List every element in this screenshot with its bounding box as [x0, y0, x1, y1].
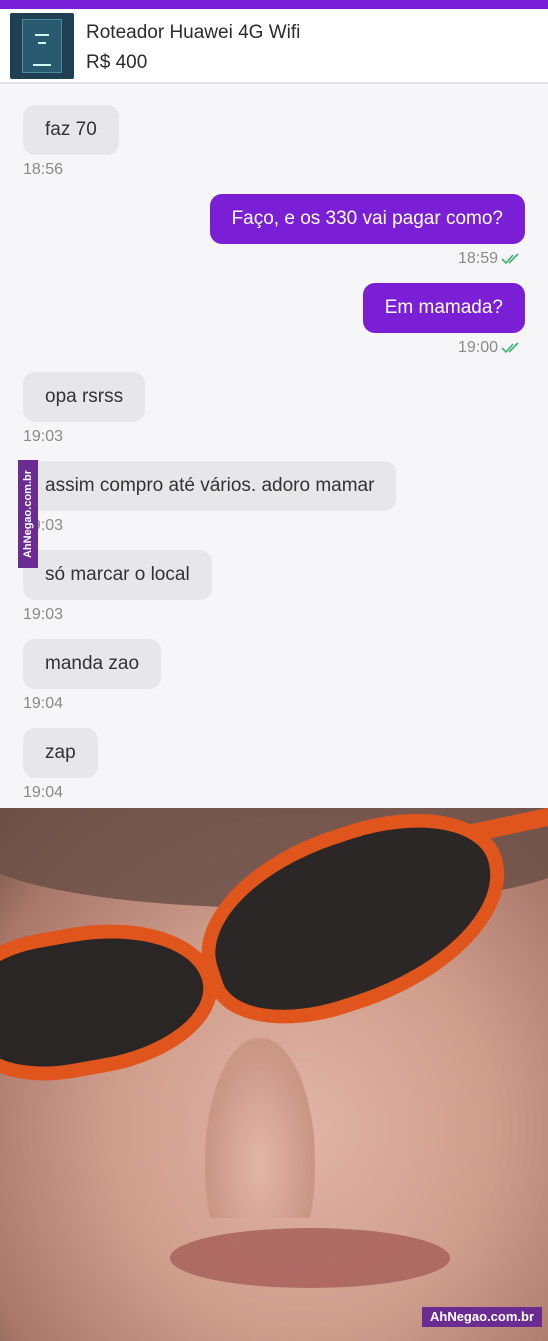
watermark-side: AhNegao.com.br	[18, 460, 38, 568]
photo-nose	[205, 1038, 315, 1218]
message-text: assim compro até vários. adoro mamar	[45, 475, 375, 496]
sunglasses-lens-left	[0, 904, 229, 1096]
photo-lips	[170, 1228, 450, 1288]
message-bubble-incoming: só marcar o local	[23, 550, 212, 600]
product-price: R$ 400	[86, 52, 148, 73]
message-text: Faço, e os 330 vai pagar como?	[231, 208, 503, 229]
message-time: 19:04	[23, 695, 64, 712]
double-check-icon	[501, 253, 519, 265]
product-thumbnail[interactable]	[10, 13, 74, 79]
message-bubble-incoming: faz 70	[23, 105, 119, 155]
message-bubble-outgoing: Faço, e os 330 vai pagar como?	[209, 194, 525, 244]
message-text: zap	[45, 742, 76, 763]
message-text: só marcar o local	[45, 564, 190, 585]
message-bubble-incoming: zap	[23, 728, 98, 778]
message-time: 19:03	[23, 428, 64, 445]
message-time: 18:56	[23, 161, 64, 178]
message-bubble-incoming: opa rsrss	[23, 372, 146, 422]
message-text: faz 70	[45, 119, 97, 140]
message-text: Em mamada?	[384, 297, 503, 318]
message-time: 18:59	[457, 250, 498, 267]
message-text: manda zao	[45, 653, 140, 674]
message-time: 19:03	[23, 606, 64, 623]
double-check-icon	[501, 342, 519, 354]
product-header[interactable]: Roteador Huawei 4G Wifi R$ 400	[0, 9, 548, 84]
message-bubble-outgoing: Em mamada?	[362, 283, 525, 333]
message-time: 19:04	[23, 784, 64, 801]
message-bubble-incoming: manda zao	[23, 639, 162, 689]
reaction-photo: AhNegao.com.br	[0, 808, 548, 1341]
product-title: Roteador Huawei 4G Wifi	[86, 22, 301, 43]
message-time: 19:00	[457, 339, 498, 356]
message-bubble-incoming: assim compro até vários. adoro mamar	[23, 461, 397, 511]
message-text: opa rsrss	[45, 386, 124, 407]
top-accent-bar	[0, 0, 548, 9]
watermark-bottom: AhNegao.com.br	[421, 1307, 542, 1327]
router-box-image	[22, 19, 62, 73]
watermark-side-text: AhNegao.com.br	[22, 469, 34, 559]
